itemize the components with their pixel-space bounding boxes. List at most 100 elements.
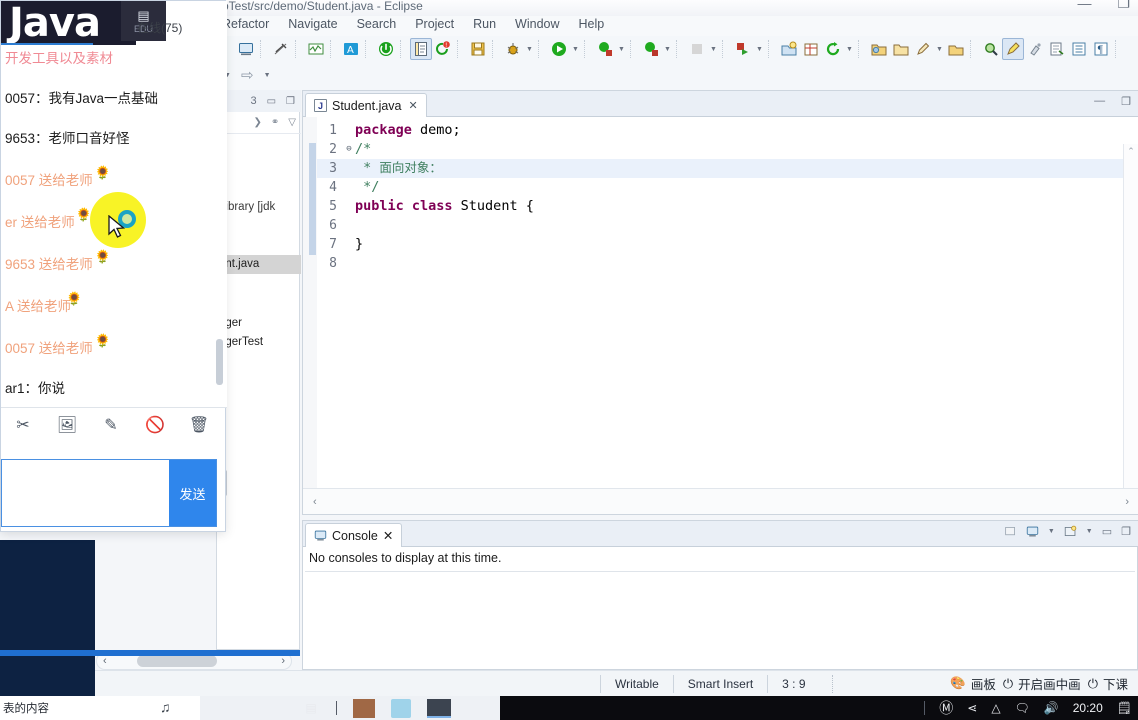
debug-dropdown-arrow[interactable]: ▼ <box>524 38 535 60</box>
run-last-dropdown-arrow[interactable]: ▼ <box>754 38 765 60</box>
menu-run[interactable]: Run <box>473 17 496 31</box>
forward-dropdown-arrow[interactable]: ▼ <box>262 64 273 86</box>
maximize-button[interactable]: ❐ <box>1117 0 1130 10</box>
export-icon[interactable] <box>890 38 912 60</box>
menu-search[interactable]: Search <box>357 17 397 31</box>
onedrive-icon[interactable]: △ <box>991 701 1000 715</box>
taskbar-left-panel[interactable]: 表的内容 ♫ <box>0 696 200 720</box>
format-icon[interactable]: ¶ <box>1090 38 1112 60</box>
open-task-icon[interactable] <box>410 38 432 60</box>
assign-icon[interactable] <box>1046 38 1068 60</box>
editor-line-6[interactable]: 6 <box>317 216 1138 235</box>
fold-toggle-icon[interactable]: ⊖ <box>343 140 355 159</box>
search-icon[interactable] <box>980 38 1002 60</box>
chat-scrollbar[interactable] <box>216 339 223 385</box>
editor-body[interactable]: 1 package demo; 2 ⊖/* 3 * 面向对象： 4 */5 public c… <box>303 117 1138 489</box>
display-selected-console-icon[interactable] <box>1026 525 1039 538</box>
editor-maximize-icon[interactable]: ❐ <box>1121 95 1131 108</box>
run-icon[interactable] <box>548 38 570 60</box>
new-console-view-icon[interactable] <box>1064 525 1077 538</box>
view-menu-icon[interactable]: ▽ <box>288 117 296 128</box>
video-preview-pane[interactable] <box>0 540 95 696</box>
editor-hscroll-right[interactable]: › <box>1125 496 1129 508</box>
refresh-dropdown-arrow[interactable]: ▼ <box>844 38 855 60</box>
refresh-icon[interactable] <box>822 38 844 60</box>
highlighter-icon[interactable] <box>1002 38 1024 60</box>
block-icon[interactable]: 🚫 <box>133 408 177 442</box>
send-button[interactable]: 发送 <box>169 460 216 526</box>
editor-line-8[interactable]: 8 <box>317 254 1138 273</box>
editor-hscroll-left[interactable]: ‹ <box>313 496 317 508</box>
chat-icon[interactable]: 🗨 <box>1015 701 1030 715</box>
tray-endclass[interactable]: ⏻ 下课 <box>1088 674 1128 693</box>
close-icon[interactable]: ✕ <box>409 99 418 112</box>
editor-minimize-icon[interactable]: — <box>1094 95 1105 108</box>
clean-icon[interactable] <box>1024 38 1046 60</box>
coverage-icon[interactable] <box>640 38 662 60</box>
tray-pip[interactable]: ⏻ 开启画中画 <box>1003 674 1081 693</box>
refresh-task-icon[interactable]: ! <box>432 38 454 60</box>
import-icon[interactable] <box>945 38 967 60</box>
menu-project[interactable]: Project <box>415 17 454 31</box>
menu-window[interactable]: Window <box>515 17 559 31</box>
external-tools-dropdown-arrow[interactable]: ▼ <box>616 38 627 60</box>
chat-input[interactable] <box>2 460 169 526</box>
package-explorer-tab-label[interactable]: 3 <box>250 95 256 107</box>
new-console-dropdown-arrow[interactable]: ▼ <box>1086 528 1093 535</box>
tree-item-library[interactable]: Library [jdk <box>217 198 301 217</box>
task-view-icon[interactable]: ▤ <box>302 699 320 717</box>
run-last-icon[interactable] <box>732 38 754 60</box>
app-active-icon[interactable] <box>427 698 451 718</box>
new-java-project-icon[interactable] <box>778 38 800 60</box>
editor-line-2[interactable]: 2 ⊖/* <box>317 140 1138 159</box>
coverage-dropdown-arrow[interactable]: ▼ <box>662 38 673 60</box>
editor-tab-student-java[interactable]: J Student.java ✕ <box>305 93 427 117</box>
editor-line-1[interactable]: 1 package demo; <box>317 121 1138 140</box>
pencil-dropdown-arrow[interactable]: ▼ <box>934 38 945 60</box>
notification-icon[interactable]: 🗒 <box>1117 701 1132 715</box>
console-maximize-icon[interactable]: ❐ <box>1121 525 1131 538</box>
volume-icon[interactable]: 🔊 <box>1044 701 1059 715</box>
hscroll-left-arrow[interactable]: ‹ <box>103 655 107 667</box>
scissors-icon[interactable]: ✂ <box>1 408 45 442</box>
toggle-mark-occurrences-icon[interactable] <box>305 38 327 60</box>
menu-refactor[interactable]: Refactor <box>222 17 269 31</box>
save-icon[interactable] <box>467 38 489 60</box>
close-icon[interactable]: ✕ <box>383 528 393 543</box>
share-icon[interactable]: ⋖ <box>967 701 977 715</box>
hscroll-thumb[interactable] <box>137 655 217 667</box>
view-maximize-icon[interactable]: ❐ <box>286 96 295 107</box>
open-console-icon[interactable] <box>1004 525 1017 538</box>
link-with-editor-icon[interactable]: ⚭ <box>271 117 279 128</box>
terminate-icon[interactable] <box>375 38 397 60</box>
image-icon[interactable]: 🖼 <box>45 408 89 442</box>
tray-palette[interactable]: 🎨 画板 <box>950 674 996 693</box>
editor-line-3[interactable]: 3 * 面向对象： <box>317 159 1138 178</box>
editor-line-4[interactable]: 4 */ <box>317 178 1138 197</box>
app-photo-icon[interactable] <box>353 698 375 718</box>
menu-navigate[interactable]: Navigate <box>288 17 337 31</box>
external-tools-icon[interactable] <box>594 38 616 60</box>
stop-dropdown-arrow[interactable]: ▼ <box>708 38 719 60</box>
editor-line-5[interactable]: 5 public class Student { <box>317 197 1138 216</box>
music-note-icon[interactable]: ♫ <box>160 699 171 715</box>
open-folder-icon[interactable] <box>868 38 890 60</box>
edit-icon[interactable]: ✎ <box>89 408 133 442</box>
tree-item-manager-test[interactable]: agerTest <box>217 333 301 352</box>
console-tab[interactable]: Console ✕ <box>305 523 403 547</box>
open-type-icon[interactable]: A <box>340 38 362 60</box>
hscroll-right-arrow[interactable]: › <box>281 655 285 667</box>
view-minimize-icon[interactable]: ▭ <box>267 96 276 107</box>
scroll-up-arrow[interactable]: ⌃ <box>1127 146 1135 157</box>
run-dropdown-arrow[interactable]: ▼ <box>570 38 581 60</box>
new-package-icon[interactable] <box>800 38 822 60</box>
editor-line-7[interactable]: 7} <box>317 235 1138 254</box>
forward-arrow-icon[interactable]: ⇨ <box>241 66 254 84</box>
collapse-all-icon[interactable]: ❯ <box>254 117 262 128</box>
menu-help[interactable]: Help <box>579 17 605 31</box>
pencil-icon[interactable] <box>912 38 934 60</box>
console-dropdown-arrow[interactable]: ▼ <box>1048 528 1055 535</box>
skip-breakpoints-icon[interactable] <box>270 38 292 60</box>
new-wizard-icon[interactable] <box>235 38 257 60</box>
m-icon[interactable]: Ⓜ <box>939 698 953 718</box>
